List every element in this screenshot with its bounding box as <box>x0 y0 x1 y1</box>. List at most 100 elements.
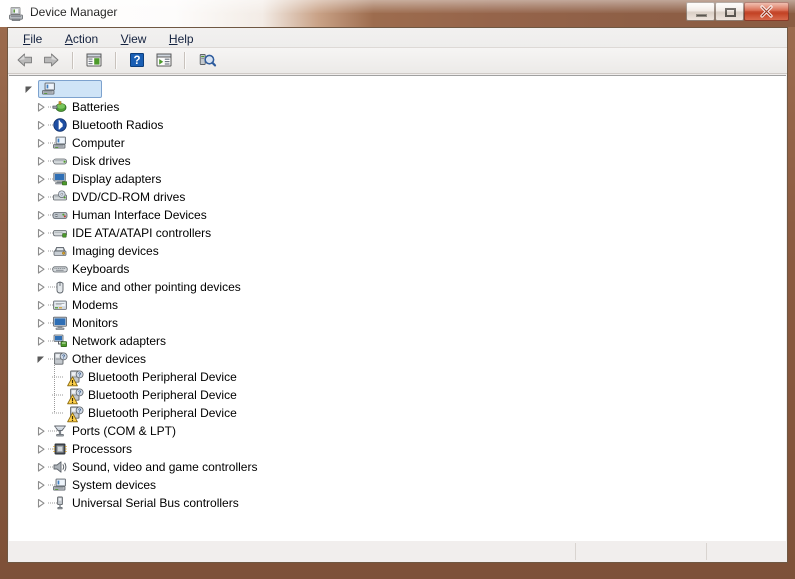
sound-icon <box>52 459 68 475</box>
device-manager-window: Device Manager File Action View Help ? B… <box>0 0 795 570</box>
forward-button[interactable] <box>40 50 62 72</box>
menu-file[interactable]: File <box>14 28 51 47</box>
tree-connector <box>51 386 65 404</box>
chevron-down-icon[interactable] <box>21 80 37 98</box>
properties-icon <box>156 53 172 67</box>
tree-root-node[interactable] <box>9 80 786 98</box>
tree-item-label: Display adapters <box>72 172 162 186</box>
system-device-icon <box>52 477 68 493</box>
tree-item[interactable]: System devices <box>9 476 786 494</box>
battery-icon <box>52 99 68 115</box>
title-bar[interactable]: Device Manager <box>0 0 795 27</box>
modem-icon <box>52 297 68 313</box>
question-mark-icon: ? <box>130 53 145 67</box>
unknown-device-icon: ? <box>67 405 84 423</box>
tree-item[interactable]: Bluetooth Radios <box>9 116 786 134</box>
imaging-icon <box>52 243 68 259</box>
minimize-button[interactable] <box>686 2 715 21</box>
computer-icon <box>41 81 57 97</box>
svg-text:?: ? <box>78 409 81 415</box>
tree-item[interactable]: Human Interface Devices <box>9 206 786 224</box>
tree-item-label: Ports (COM & LPT) <box>72 424 177 438</box>
tree-item-label: Human Interface Devices <box>72 208 207 222</box>
tree-item[interactable]: ? Bluetooth Peripheral Device <box>9 368 786 387</box>
processor-icon <box>52 441 68 457</box>
show-hide-console-tree-button[interactable] <box>83 50 105 72</box>
port-icon <box>52 423 68 439</box>
tree-item-label: Batteries <box>72 100 120 114</box>
tree-item[interactable]: Disk drives <box>9 152 786 170</box>
status-bar <box>9 540 786 561</box>
console-tree-icon <box>86 53 102 67</box>
scan-hardware-icon <box>199 54 216 67</box>
properties-button[interactable] <box>153 50 175 72</box>
hid-icon <box>52 207 68 223</box>
dvd-drive-icon <box>52 189 68 205</box>
back-arrow-icon <box>17 53 32 67</box>
tree-item[interactable]: Batteries <box>9 98 786 116</box>
window-frame: File Action View Help ? Batteries Blueto… <box>0 27 795 570</box>
unknown-device-icon: ? <box>67 387 84 405</box>
menu-help[interactable]: Help <box>160 28 203 47</box>
tree-item[interactable]: Monitors <box>9 314 786 332</box>
tree-item[interactable]: Imaging devices <box>9 242 786 260</box>
tree-item[interactable]: ? Bluetooth Peripheral Device <box>9 386 786 405</box>
scan-hardware-changes-button[interactable] <box>196 50 218 72</box>
forward-arrow-icon <box>44 53 59 67</box>
svg-text:?: ? <box>134 55 141 67</box>
tree-item[interactable]: Ports (COM & LPT) <box>9 422 786 440</box>
unknown-device-icon: ? <box>52 351 68 367</box>
tree-item-label: Network adapters <box>72 334 167 348</box>
client-area: File Action View Help ? Batteries Blueto… <box>7 27 788 563</box>
tree-item[interactable]: Mice and other pointing devices <box>9 278 786 296</box>
tree-item[interactable]: ? Bluetooth Peripheral Device <box>9 404 786 423</box>
tree-item[interactable]: Display adapters <box>9 170 786 188</box>
monitor-icon <box>52 315 68 331</box>
tree-item-label: Mice and other pointing devices <box>72 280 241 294</box>
close-icon <box>760 5 773 18</box>
maximize-button[interactable] <box>715 2 744 21</box>
tree-item[interactable]: Computer <box>9 134 786 152</box>
computer-icon <box>52 135 68 151</box>
tree-item-label: DVD/CD-ROM drives <box>72 190 186 204</box>
tree-item[interactable]: ? Other devices <box>9 350 786 368</box>
disk-drive-icon <box>52 153 68 169</box>
tree-item-label: Keyboards <box>72 262 130 276</box>
maximize-icon <box>725 8 736 17</box>
bluetooth-icon <box>52 117 68 133</box>
tree-item-label: Modems <box>72 298 119 312</box>
close-button[interactable] <box>744 2 789 21</box>
tree-item-label: Bluetooth Peripheral Device <box>88 388 237 402</box>
back-button[interactable] <box>14 50 36 72</box>
tree-connector-dots <box>52 394 63 396</box>
tree-item-label: Bluetooth Radios <box>72 118 164 132</box>
tree-item-label: IDE ATA/ATAPI controllers <box>72 226 212 240</box>
tree-item[interactable]: Keyboards <box>9 260 786 278</box>
tree-item[interactable]: DVD/CD-ROM drives <box>9 188 786 206</box>
menu-action[interactable]: Action <box>56 28 107 47</box>
unknown-device-icon: ? <box>67 369 84 387</box>
tree-item-label: Universal Serial Bus controllers <box>72 496 239 510</box>
help-button[interactable]: ? <box>126 50 148 72</box>
tree-item-label: Computer <box>72 136 125 150</box>
minimize-icon <box>696 14 707 17</box>
toolbar-separator <box>184 52 187 69</box>
ide-icon <box>52 225 68 241</box>
menu-view[interactable]: View <box>112 28 156 47</box>
tree-item-label: Other devices <box>72 352 147 366</box>
tree-item-label: Disk drives <box>72 154 131 168</box>
toolbar-separator <box>114 52 117 69</box>
tree-item[interactable]: Universal Serial Bus controllers <box>9 494 786 512</box>
tree-connector-dots <box>52 376 63 378</box>
toolbar: ? <box>8 48 787 74</box>
tree-item-label: Sound, video and game controllers <box>72 460 258 474</box>
tree-item[interactable]: Network adapters <box>9 332 786 350</box>
tree-item[interactable]: Modems <box>9 296 786 314</box>
tree-item[interactable]: IDE ATA/ATAPI controllers <box>9 224 786 242</box>
tree-item[interactable]: Sound, video and game controllers <box>9 458 786 476</box>
tree-item-label: Processors <box>72 442 133 456</box>
toolbar-separator <box>71 52 74 69</box>
device-tree[interactable]: Batteries Bluetooth Radios Computer Disk dr… <box>9 75 786 542</box>
keyboard-icon <box>52 261 68 277</box>
tree-item[interactable]: Processors <box>9 440 786 458</box>
